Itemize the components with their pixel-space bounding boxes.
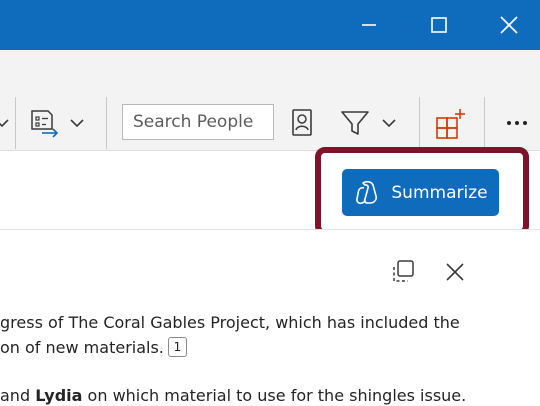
citation-badge[interactable]: 1 bbox=[167, 337, 187, 357]
toolbar-separator bbox=[419, 97, 420, 149]
address-book-button[interactable] bbox=[287, 107, 317, 139]
categorize-button[interactable] bbox=[28, 108, 62, 140]
toolbar-separator bbox=[106, 97, 107, 149]
close-summary-button[interactable] bbox=[442, 259, 468, 285]
maximize-icon bbox=[431, 17, 447, 33]
filter-dropdown[interactable] bbox=[378, 112, 400, 134]
chevron-down-icon bbox=[0, 119, 9, 128]
categorize-dropdown[interactable] bbox=[66, 112, 88, 134]
list-move-icon bbox=[31, 110, 59, 138]
filter-icon bbox=[341, 111, 369, 135]
address-book-icon bbox=[292, 109, 312, 136]
summary-text: on which material to use for the shingle… bbox=[82, 386, 467, 405]
chevron-down-icon bbox=[382, 119, 396, 128]
title-bar bbox=[0, 0, 540, 50]
chevron-down-icon bbox=[70, 119, 84, 128]
search-people-input[interactable] bbox=[122, 104, 274, 140]
more-options-button[interactable] bbox=[500, 110, 534, 136]
toolbar-separator bbox=[15, 97, 16, 149]
close-icon bbox=[500, 16, 518, 34]
summary-pane: gress of The Coral Gables Project, which… bbox=[0, 229, 540, 406]
minimize-icon bbox=[362, 24, 376, 26]
minimize-button[interactable] bbox=[334, 0, 404, 50]
filter-button[interactable] bbox=[338, 107, 372, 139]
close-icon bbox=[446, 263, 464, 281]
summary-text-line: on of new materials. 1 bbox=[0, 337, 187, 357]
summary-text: gress of The Coral Gables Project, which… bbox=[0, 313, 460, 332]
close-button[interactable] bbox=[474, 0, 540, 50]
partial-dropdown-chevron[interactable] bbox=[0, 110, 10, 136]
apps-button[interactable] bbox=[432, 106, 468, 140]
copy-button[interactable] bbox=[388, 257, 418, 287]
person-name: Lydia bbox=[35, 386, 83, 405]
highlight-annotation-box bbox=[315, 147, 529, 236]
summary-text-line: and Lydia on which material to use for t… bbox=[0, 386, 466, 405]
summary-text: and bbox=[0, 386, 36, 405]
more-icon bbox=[507, 121, 527, 125]
summary-text: on of new materials. bbox=[0, 338, 164, 357]
summary-text-line: gress of The Coral Gables Project, which… bbox=[0, 313, 460, 332]
copy-icon bbox=[393, 260, 414, 282]
maximize-button[interactable] bbox=[404, 0, 474, 50]
add-apps-icon bbox=[436, 109, 465, 139]
toolbar-separator bbox=[484, 97, 485, 149]
